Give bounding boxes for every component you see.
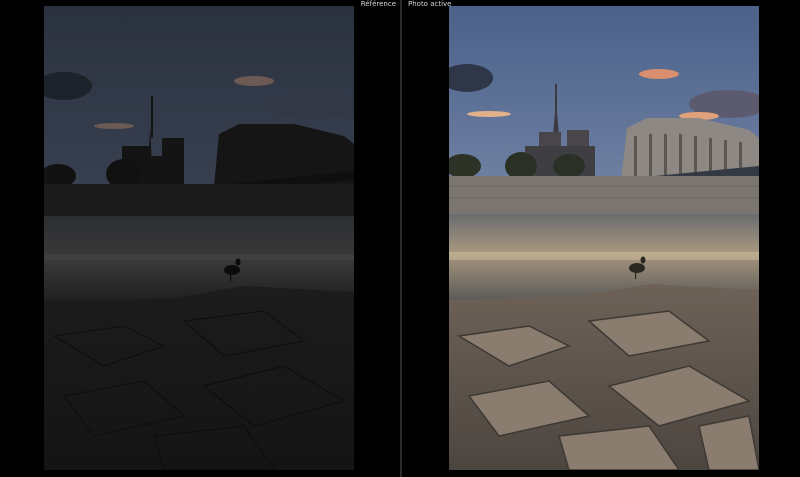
active-pane[interactable]: Photo active [402, 0, 800, 477]
active-photo[interactable] [449, 6, 759, 470]
reference-photo-image [44, 6, 354, 470]
reference-photo[interactable] [44, 6, 354, 470]
reference-pane[interactable]: Référence [0, 0, 400, 477]
active-photo-image [449, 6, 759, 470]
active-label: Photo active [408, 0, 452, 8]
reference-label: Référence [360, 0, 396, 8]
